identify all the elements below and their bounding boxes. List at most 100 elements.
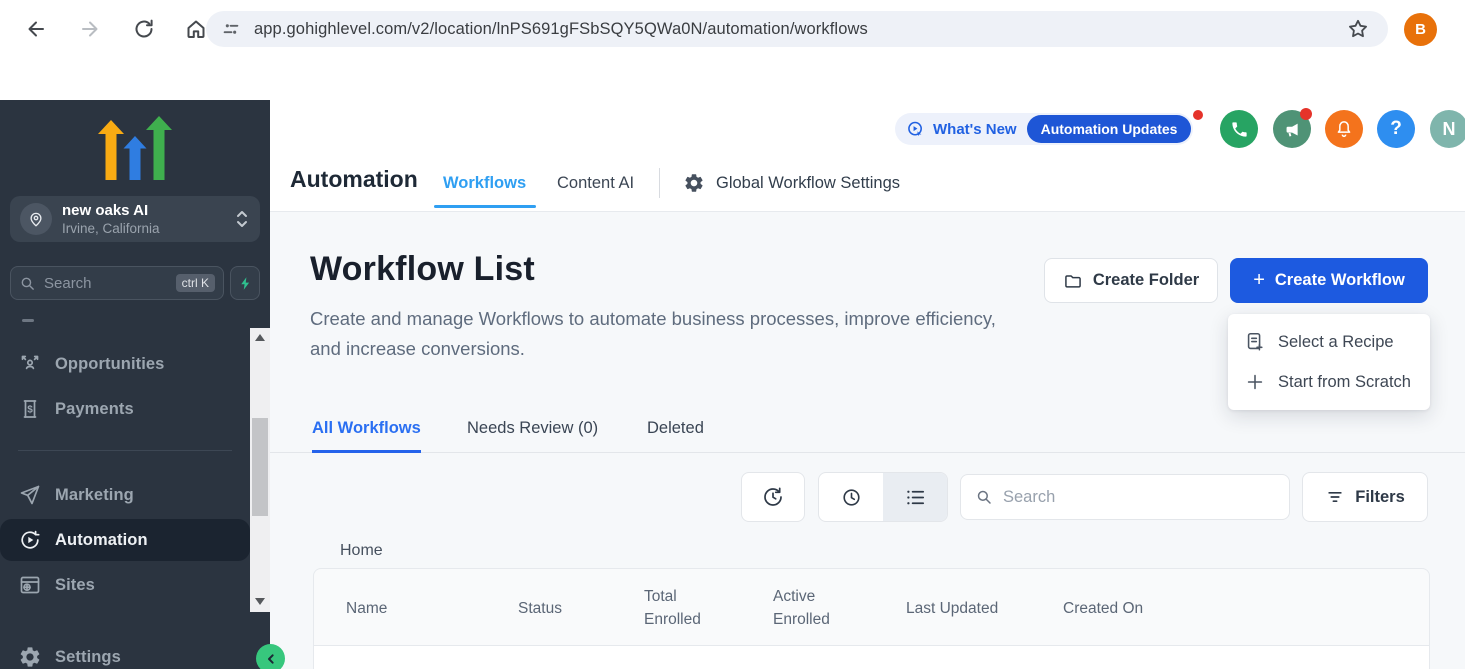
location-switcher[interactable]: new oaks AI Irvine, California <box>10 196 260 242</box>
url-bar[interactable]: app.gohighlevel.com/v2/location/lnPS691g… <box>206 11 1388 47</box>
sidebar-scrollbar-thumb[interactable] <box>252 418 268 516</box>
sidebar-collapse-button[interactable] <box>256 644 285 669</box>
dropdown-item-start-from-scratch[interactable]: Start from Scratch <box>1228 362 1430 402</box>
updates-notification-dot <box>1193 110 1203 120</box>
chevron-up-down-icon <box>234 208 250 230</box>
column-active-enrolled[interactable]: Active Enrolled <box>773 585 843 631</box>
create-folder-label: Create Folder <box>1093 271 1199 290</box>
forward-icon[interactable] <box>78 17 102 41</box>
search-icon <box>975 488 993 506</box>
notifications-button[interactable] <box>1325 110 1363 148</box>
time-view-segment[interactable] <box>819 473 883 521</box>
megaphone-icon <box>1283 120 1302 139</box>
payments-icon: $ <box>18 397 42 421</box>
location-pin-icon <box>20 203 52 235</box>
clock-icon <box>840 486 863 509</box>
help-button[interactable]: ? <box>1377 110 1415 148</box>
phone-button[interactable] <box>1220 110 1258 148</box>
chevron-left-icon <box>263 651 279 667</box>
user-avatar[interactable]: N <box>1430 110 1465 148</box>
tab-needs-review[interactable]: Needs Review (0) <box>467 419 598 438</box>
tab-content-ai[interactable]: Content AI <box>557 174 634 193</box>
plus-icon <box>1244 371 1266 393</box>
question-mark-icon: ? <box>1390 118 1402 140</box>
bookmark-star-icon[interactable] <box>1346 17 1370 41</box>
page-title: Automation <box>290 166 418 193</box>
list-tabs-border <box>270 452 1465 453</box>
scrollbar-up-arrow[interactable] <box>255 334 265 341</box>
lightning-bolt-icon <box>238 275 253 292</box>
svg-text:$: $ <box>27 405 33 416</box>
sidebar-item-settings[interactable]: Settings <box>0 642 250 669</box>
dropdown-item-select-recipe[interactable]: Select a Recipe <box>1228 322 1430 362</box>
list-icon <box>904 486 927 509</box>
browser-profile-avatar[interactable]: B <box>1404 13 1437 46</box>
filters-label: Filters <box>1355 488 1405 507</box>
main-area: What's New Automation Updates <box>270 100 1465 669</box>
sidebar-item-marketing[interactable]: Marketing <box>0 480 250 510</box>
content-body: Workflow List Create and manage Workflow… <box>270 212 1465 669</box>
screenshot-root: app.gohighlevel.com/v2/location/lnPS691g… <box>0 0 1465 669</box>
sites-icon <box>18 573 42 597</box>
sidebar-search[interactable]: Search ctrl K <box>10 266 224 300</box>
filters-button[interactable]: Filters <box>1302 472 1428 522</box>
sidebar-item-opportunities[interactable]: Opportunities <box>0 349 250 379</box>
column-last-updated[interactable]: Last Updated <box>906 597 998 620</box>
search-shortcut-badge: ctrl K <box>176 274 215 292</box>
search-icon <box>19 275 36 292</box>
site-settings-icon[interactable] <box>220 18 242 40</box>
enrollment-history-button[interactable] <box>741 472 805 522</box>
sidebar-item-automation[interactable]: Automation <box>0 519 250 561</box>
automation-updates-badge[interactable]: Automation Updates <box>1027 115 1192 143</box>
workflow-search[interactable] <box>960 474 1290 520</box>
tab-all-workflows[interactable]: All Workflows <box>312 419 421 438</box>
column-total-enrolled[interactable]: Total Enrolled <box>644 585 714 631</box>
scrollbar-down-arrow[interactable] <box>255 598 265 605</box>
column-status[interactable]: Status <box>518 597 562 620</box>
home-icon[interactable] <box>184 17 208 41</box>
create-workflow-dropdown: Select a Recipe Start from Scratch <box>1228 314 1430 410</box>
global-settings-gear-icon <box>683 172 705 194</box>
folder-icon <box>1063 271 1083 291</box>
app-header: What's New Automation Updates <box>270 100 1465 212</box>
sidebar-item-sites[interactable]: Sites <box>0 570 250 600</box>
announcements-notification-dot <box>1300 108 1312 120</box>
url-text: app.gohighlevel.com/v2/location/lnPS691g… <box>254 20 1346 39</box>
bookmarks-bar: All Bookmarks <box>0 58 1465 100</box>
tab-deleted[interactable]: Deleted <box>647 419 704 438</box>
opportunities-icon <box>18 352 42 376</box>
phone-icon <box>1230 120 1249 139</box>
marketing-send-icon <box>18 483 42 507</box>
list-view-segment[interactable] <box>883 473 947 521</box>
whats-new-pill[interactable]: What's New Automation Updates <box>895 113 1193 145</box>
workflow-list-title: Workflow List <box>310 250 535 289</box>
table-header-row: Name Status Total Enrolled Active Enroll… <box>314 569 1429 646</box>
whats-new-label: What's New <box>933 121 1017 138</box>
create-workflow-button[interactable]: + Create Workflow <box>1230 258 1428 303</box>
sidebar-item-payments[interactable]: $ Payments <box>0 394 250 424</box>
location-name: new oaks AI <box>62 202 234 220</box>
global-workflow-settings-link[interactable]: Global Workflow Settings <box>716 174 900 193</box>
tab-all-workflows-underline <box>312 450 421 453</box>
back-icon[interactable] <box>24 17 48 41</box>
reload-icon[interactable] <box>132 17 156 41</box>
create-workflow-label: Create Workflow <box>1275 271 1405 290</box>
history-clock-icon <box>761 485 785 509</box>
sidebar-search-placeholder: Search <box>44 275 176 292</box>
sidebar: new oaks AI Irvine, California Search ct… <box>0 100 270 669</box>
browser-toolbar: app.gohighlevel.com/v2/location/lnPS691g… <box>0 0 1465 58</box>
settings-gear-icon <box>18 645 42 669</box>
tab-workflows[interactable]: Workflows <box>443 174 526 193</box>
announcement-icon <box>905 119 926 140</box>
sidebar-divider <box>18 450 232 451</box>
workflow-search-input[interactable] <box>1003 488 1275 507</box>
column-created-on[interactable]: Created On <box>1063 597 1143 620</box>
column-name[interactable]: Name <box>346 597 387 620</box>
create-folder-button[interactable]: Create Folder <box>1044 258 1218 303</box>
gohighlevel-logo <box>95 116 175 184</box>
breadcrumb[interactable]: Home <box>340 542 383 560</box>
table-body <box>314 646 1429 669</box>
workflow-table: Name Status Total Enrolled Active Enroll… <box>313 568 1430 669</box>
view-mode-toggle <box>818 472 948 522</box>
quick-actions-button[interactable] <box>230 266 260 300</box>
